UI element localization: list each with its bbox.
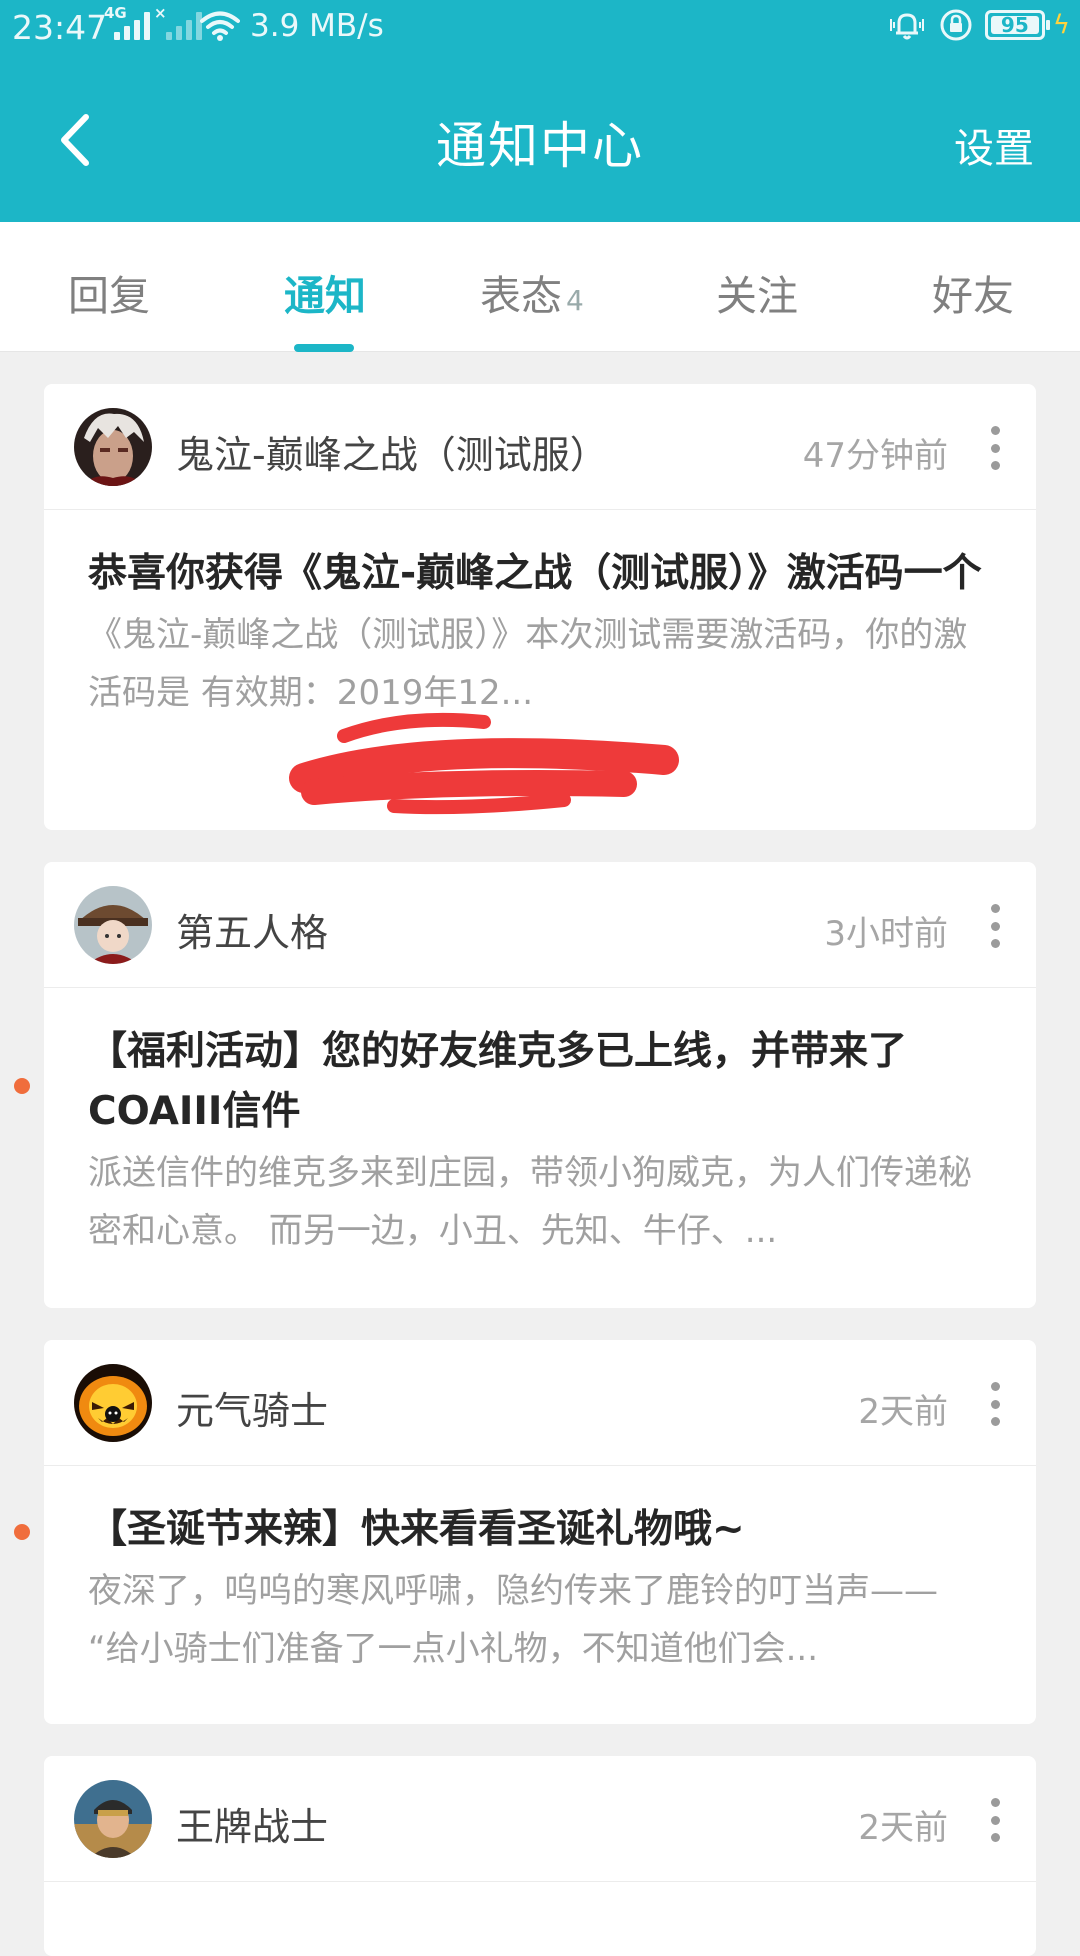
settings-button[interactable]: 设置 [954, 116, 1034, 174]
rotation-lock-icon [940, 9, 972, 41]
message-title: 恭喜你获得《鬼泣-巅峰之战（测试服）》激活码一个 [88, 551, 982, 596]
network-speed: 3.9 MB/s [250, 8, 384, 44]
tab-label: 通知 [284, 272, 366, 320]
notification-card[interactable]: 鬼泣-巅峰之战（测试服） 47分钟前 恭喜你获得《鬼泣-巅峰之战（测试服）》激活… [44, 384, 1036, 830]
more-options-button[interactable] [980, 1376, 1010, 1432]
card-header: 王牌战士 2天前 [44, 1756, 1036, 1882]
card-header: 元气骑士 2天前 [44, 1340, 1036, 1466]
more-options-button[interactable] [980, 420, 1010, 476]
card-body: 【圣诞节来辣】快来看看圣诞礼物哦~ 夜深了，呜呜的寒风呼啸，隐约传来了鹿铃的叮当… [44, 1466, 1036, 1678]
cell-signal-icon: 4G × [104, 4, 202, 40]
tab-notifications[interactable]: 通知 [284, 262, 366, 332]
timestamp: 2天前 [858, 1392, 948, 1432]
avatar[interactable] [74, 886, 152, 964]
charging-icon: ϟ [1052, 10, 1070, 40]
no-sim-icon: × [154, 4, 167, 22]
tab-reactions[interactable]: 表态 4 [480, 262, 584, 332]
tab-replies[interactable]: 回复 [68, 262, 150, 332]
card-body: 【福利活动】您的好友维克多已上线，并带来了COAIII信件 派送信件的维克多来到… [44, 988, 1036, 1260]
tab-bar: 回复 通知 表态 4 关注 好友 [0, 222, 1080, 352]
source-name: 王牌战士 [176, 1805, 329, 1849]
message-title: 【福利活动】您的好友维克多已上线，并带来了COAIII信件 [88, 1029, 908, 1134]
card-header: 第五人格 3小时前 [44, 862, 1036, 988]
timestamp: 3小时前 [824, 914, 948, 954]
battery-level: 95 [1000, 13, 1029, 37]
wifi-icon [200, 11, 240, 41]
source-name: 鬼泣-巅峰之战（测试服） [176, 433, 608, 477]
tab-label: 回复 [68, 272, 150, 320]
tab-label: 表态 [480, 272, 562, 320]
message-preview: 夜深了，呜呜的寒风呼啸，隐约传来了鹿铃的叮当声—— “给小骑士们准备了一点小礼物… [88, 1571, 938, 1669]
notification-card[interactable]: 王牌战士 2天前 [44, 1756, 1036, 1956]
card-header: 鬼泣-巅峰之战（测试服） 47分钟前 [44, 384, 1036, 510]
timestamp: 47分钟前 [802, 436, 948, 476]
timestamp: 2天前 [858, 1808, 948, 1848]
more-options-button[interactable] [980, 898, 1010, 954]
notification-card[interactable]: 第五人格 3小时前 【福利活动】您的好友维克多已上线，并带来了COAIII信件 … [44, 862, 1036, 1308]
tab-count-badge: 4 [566, 284, 584, 317]
battery-icon: 95 [984, 10, 1050, 40]
avatar[interactable] [74, 408, 152, 486]
page-title: 通知中心 [436, 117, 644, 175]
notification-card[interactable]: 元气骑士 2天前 【圣诞节来辣】快来看看圣诞礼物哦~ 夜深了，呜呜的寒风呼啸，隐… [44, 1340, 1036, 1724]
active-tab-indicator [294, 344, 354, 352]
title-bar: 通知中心 设置 [0, 56, 1080, 222]
message-preview: 《鬼泣-巅峰之战（测试服）》本次测试需要激活码，你的激活码是 有效期：2019年… [88, 615, 968, 713]
source-name: 第五人格 [176, 911, 329, 955]
card-body: 恭喜你获得《鬼泣-巅峰之战（测试服）》激活码一个 《鬼泣-巅峰之战（测试服）》本… [44, 510, 1036, 722]
tab-friends[interactable]: 好友 [932, 262, 1014, 332]
network-type: 4G [104, 4, 127, 22]
unread-indicator [14, 1078, 30, 1094]
app-header: 23:47 4G × 3.9 MB/s 95 ϟ 通知中心 设置 [0, 0, 1080, 222]
status-time: 23:47 [12, 8, 108, 47]
tab-following[interactable]: 关注 [716, 262, 798, 332]
message-title: 【圣诞节来辣】快来看看圣诞礼物哦~ [88, 1507, 745, 1552]
status-bar: 23:47 4G × 3.9 MB/s 95 ϟ [0, 0, 1080, 56]
unread-indicator [14, 1524, 30, 1540]
avatar[interactable] [74, 1364, 152, 1442]
tab-label: 关注 [716, 272, 798, 320]
vibrate-icon [889, 13, 924, 40]
avatar[interactable] [74, 1780, 152, 1858]
message-preview: 派送信件的维克多来到庄园，带领小狗威克，为人们传递秘密和心意。 而另一边，小丑、… [88, 1153, 972, 1251]
more-options-button[interactable] [980, 1792, 1010, 1848]
tab-label: 好友 [932, 272, 1014, 320]
source-name: 元气骑士 [176, 1389, 329, 1433]
